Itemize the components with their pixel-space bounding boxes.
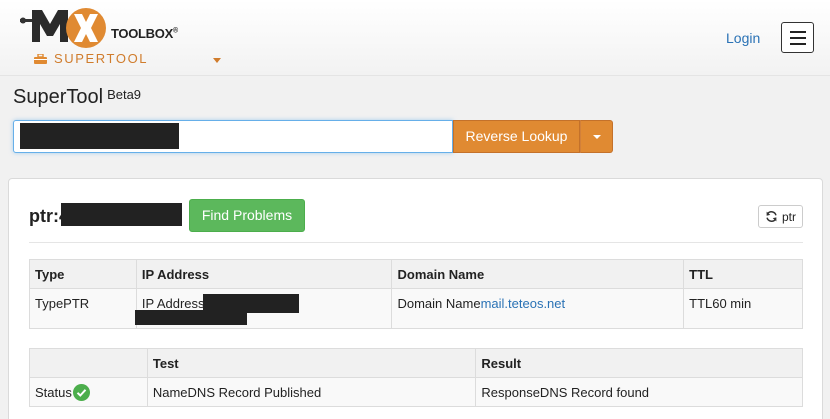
- hamburger-icon: [790, 43, 806, 45]
- hamburger-icon: [790, 37, 806, 39]
- status-label: Status: [35, 384, 72, 400]
- toolbox-icon: [34, 54, 47, 64]
- chevron-down-icon: [593, 135, 601, 139]
- reverse-lookup-button[interactable]: Reverse Lookup: [453, 120, 580, 153]
- column-header-status: [29, 348, 148, 378]
- chevron-down-icon: [213, 58, 221, 63]
- column-header-ip: IP Address: [135, 259, 393, 289]
- domain-link[interactable]: mail.teteos.net: [481, 296, 566, 311]
- hamburger-icon: [790, 31, 806, 33]
- refresh-icon: [766, 211, 777, 222]
- test-results-table: Test Result Status NameDNS Record Publis…: [29, 348, 803, 407]
- table-header-row: Type IP Address Domain Name TTL: [29, 259, 803, 289]
- page-title: SuperTool Beta9: [13, 86, 142, 108]
- column-header-type: Type: [29, 259, 137, 289]
- check-circle-icon: [72, 383, 90, 401]
- column-header-domain: Domain Name: [391, 259, 685, 289]
- menu-button[interactable]: [781, 22, 814, 53]
- redacted-ptr-value: [61, 203, 182, 226]
- mxtoolbox-logo[interactable]: TOOLBOX® SUPERTOOL: [20, 4, 221, 70]
- ptr-records-table: Type IP Address Domain Name TTL TypePTR …: [29, 259, 803, 329]
- table-row: Status NameDNS Record Published Response…: [29, 377, 803, 407]
- refresh-label: ptr: [782, 210, 797, 224]
- table-row: TypePTR IP Address Domain Namemail.teteo…: [29, 288, 803, 329]
- site-header: TOOLBOX® SUPERTOOL Login: [0, 0, 830, 76]
- login-link[interactable]: Login: [726, 30, 760, 46]
- find-problems-button[interactable]: Find Problems: [189, 199, 305, 232]
- redacted-ip-value: [134, 310, 247, 325]
- type-cell: TypePTR: [29, 288, 137, 329]
- column-header-test: Test: [146, 348, 477, 378]
- status-cell: Status: [29, 377, 148, 407]
- divider: [29, 242, 803, 243]
- column-header-result: Result: [475, 348, 803, 378]
- supertool-label: SUPERTOOL: [54, 51, 149, 66]
- redacted-search-value: [20, 123, 179, 149]
- result-cell: ResponseDNS Record found: [475, 377, 803, 407]
- test-cell: NameDNS Record Published: [146, 377, 477, 407]
- beta-badge: Beta9: [107, 87, 142, 102]
- lookup-options-button[interactable]: [580, 120, 613, 153]
- refresh-ptr-button[interactable]: ptr: [758, 205, 803, 228]
- domain-name-label: Domain Name: [397, 296, 481, 311]
- ip-address-cell: IP Address: [134, 288, 393, 329]
- ttl-cell: TTL60 min: [683, 288, 803, 329]
- column-header-ttl: TTL: [683, 259, 803, 289]
- logo-wordmark: TOOLBOX®: [111, 26, 178, 41]
- domain-name-cell: Domain Namemail.teteos.net: [391, 288, 685, 329]
- ip-address-label: IP Address: [141, 296, 205, 311]
- table-header-row: Test Result: [29, 348, 803, 378]
